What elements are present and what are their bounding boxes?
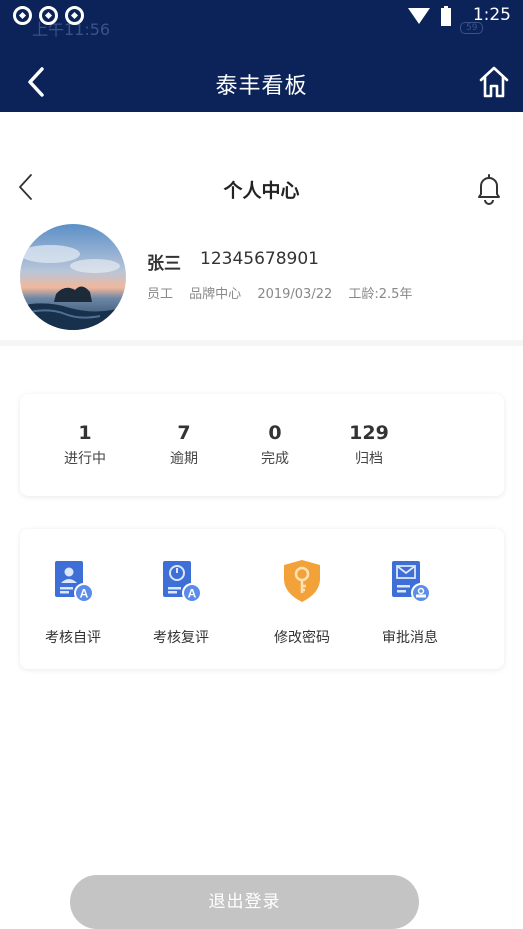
menu-card: A 考核自评 A 考核复评 修改密码 审批消息 xyxy=(20,529,504,669)
battery-icon xyxy=(441,6,451,26)
stat-label: 归档 xyxy=(355,451,383,467)
re-review-icon: A xyxy=(163,561,202,603)
bell-icon[interactable] xyxy=(473,172,505,206)
stat-value: 129 xyxy=(349,422,389,444)
menu-re-review[interactable]: A 考核复评 xyxy=(136,557,226,647)
stat-completed[interactable]: 0 完成 xyxy=(235,422,315,468)
menu-approval-messages[interactable]: 审批消息 xyxy=(365,557,455,647)
sub-header: 个人中心 xyxy=(0,160,523,216)
menu-label: 修改密码 xyxy=(274,630,330,646)
notification-icon xyxy=(65,6,84,25)
logout-button[interactable]: 退出登录 xyxy=(70,875,419,929)
sub-title: 个人中心 xyxy=(223,180,300,202)
stat-value: 1 xyxy=(78,422,92,444)
profile-role: 员工 xyxy=(147,287,174,302)
self-review-icon: A xyxy=(55,561,94,603)
stat-value: 0 xyxy=(268,422,282,444)
app-bar: 上午11:56 59 1:25 泰丰看板 xyxy=(0,0,523,112)
menu-label: 考核自评 xyxy=(45,630,101,646)
key-shield-icon xyxy=(284,560,320,602)
status-bar: 上午11:56 59 1:25 xyxy=(0,0,523,39)
stat-archived[interactable]: 129 归档 xyxy=(329,422,409,468)
stat-in-progress[interactable]: 1 进行中 xyxy=(45,422,125,468)
profile-phone: 12345678901 xyxy=(200,249,319,269)
profile-meta: 员工 品牌中心 2019/03/22 工龄:2.5年 xyxy=(147,283,424,302)
stats-card: 1 进行中 7 逾期 0 完成 129 归档 xyxy=(20,394,504,496)
section-divider xyxy=(0,340,523,346)
stat-label: 逾期 xyxy=(170,451,198,467)
menu-self-review[interactable]: A 考核自评 xyxy=(28,557,118,647)
avatar[interactable] xyxy=(20,224,126,330)
stat-overdue[interactable]: 7 逾期 xyxy=(144,422,224,468)
svg-text:A: A xyxy=(188,587,197,601)
svg-text:A: A xyxy=(80,587,89,601)
status-time: 1:25 xyxy=(472,5,511,25)
profile-tenure: 工龄:2.5年 xyxy=(348,287,413,302)
page-title: 泰丰看板 xyxy=(215,74,308,99)
home-button[interactable] xyxy=(477,64,511,100)
profile-date: 2019/03/22 xyxy=(257,287,333,302)
menu-label: 审批消息 xyxy=(382,630,438,646)
menu-label: 考核复评 xyxy=(153,630,209,646)
stat-value: 7 xyxy=(177,422,191,444)
notification-icon xyxy=(39,6,58,25)
stat-label: 进行中 xyxy=(64,451,106,467)
stat-label: 完成 xyxy=(261,451,289,467)
approval-mail-icon xyxy=(392,561,431,603)
menu-change-password[interactable]: 修改密码 xyxy=(257,557,347,647)
notification-icon xyxy=(13,6,32,25)
profile-name: 张三 xyxy=(147,254,181,274)
signal-icon xyxy=(408,8,430,24)
profile-department: 品牌中心 xyxy=(189,287,242,302)
